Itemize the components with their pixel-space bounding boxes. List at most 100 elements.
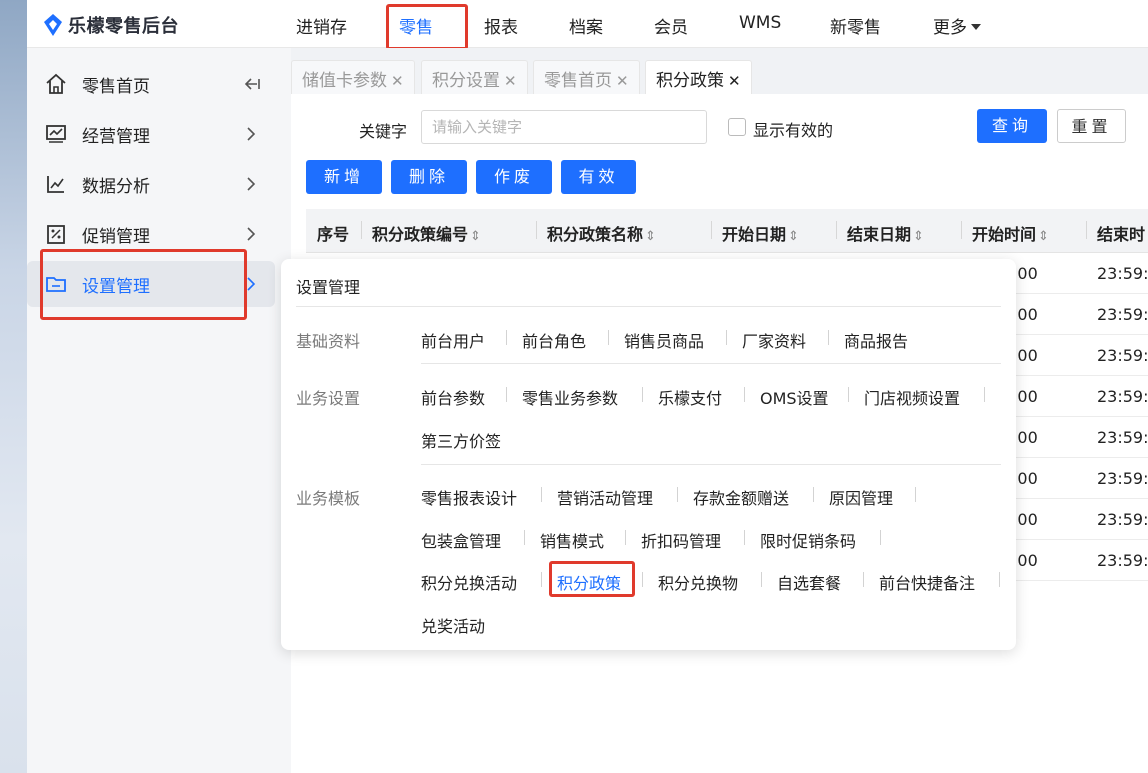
menu-item-points-exchange-goods[interactable]: 积分兑换物 xyxy=(658,570,738,594)
tab-points-policy[interactable]: 积分政策 ✕ xyxy=(645,60,752,94)
menu-item-points-exchange-activity[interactable]: 积分兑换活动 xyxy=(421,570,517,594)
nav-member[interactable]: 会员 xyxy=(654,13,688,38)
sidebar-item-retail-home[interactable]: 零售首页 xyxy=(27,61,275,107)
sidebar-item-data-analysis[interactable]: 数据分析 xyxy=(27,161,275,207)
menu-item-product-report[interactable]: 商品报告 xyxy=(844,328,908,352)
delete-button[interactable]: 删除 xyxy=(391,160,467,194)
chevron-right-icon xyxy=(247,127,256,141)
menu-item-marketing-activity[interactable]: 营销活动管理 xyxy=(557,485,653,509)
tab-retail-home[interactable]: 零售首页 ✕ xyxy=(533,60,640,94)
collapse-sidebar-icon[interactable] xyxy=(243,77,261,91)
col-policy-name[interactable]: 积分政策名称 ⇕ xyxy=(547,221,656,245)
divider xyxy=(999,572,1000,587)
menu-item-reason-management[interactable]: 原因管理 xyxy=(829,485,893,509)
menu-item-third-party-price-tag[interactable]: 第三方价签 xyxy=(421,428,501,452)
tab-stored-card-params[interactable]: 储值卡参数 ✕ xyxy=(291,60,415,94)
nav-wms[interactable]: WMS xyxy=(739,13,781,33)
app-title: 乐檬零售后台 xyxy=(68,16,179,37)
menu-item-front-roles[interactable]: 前台角色 xyxy=(522,328,586,352)
menu-item-retail-report-design[interactable]: 零售报表设计 xyxy=(421,485,517,509)
menu-item-store-video-settings[interactable]: 门店视频设置 xyxy=(864,385,960,409)
keyword-label: 关键字 xyxy=(359,122,408,141)
logo[interactable]: 乐檬零售后台 xyxy=(44,12,179,38)
nav-more[interactable]: 更多 xyxy=(933,13,981,38)
col-end-date[interactable]: 结束日期 ⇕ xyxy=(847,221,924,245)
tab-points-settings[interactable]: 积分设置 ✕ xyxy=(421,60,528,94)
divider xyxy=(863,572,864,587)
col-policy-code[interactable]: 积分政策编号 ⇕ xyxy=(372,221,481,245)
col-end-time[interactable]: 结束时 xyxy=(1097,221,1145,245)
nav-more-label: 更多 xyxy=(933,18,967,38)
menu-item-front-users[interactable]: 前台用户 xyxy=(421,328,485,352)
valid-button[interactable]: 有效 xyxy=(561,160,636,194)
col-end-date-label: 结束日期 xyxy=(847,225,912,244)
nav-jinxiaocun[interactable]: 进销存 xyxy=(296,13,347,38)
menu-item-custom-combo[interactable]: 自选套餐 xyxy=(777,570,841,594)
sort-icon: ⇕ xyxy=(470,229,481,244)
tab-label: 积分政策 xyxy=(656,71,724,91)
close-icon[interactable]: ✕ xyxy=(391,72,404,90)
show-valid-checkbox[interactable] xyxy=(728,118,746,136)
close-icon[interactable]: ✕ xyxy=(728,72,741,90)
divider xyxy=(608,330,609,345)
sidebar-item-label: 数据分析 xyxy=(82,176,150,197)
column-divider xyxy=(1086,221,1087,239)
column-divider xyxy=(361,221,362,239)
menu-item-sales-mode[interactable]: 销售模式 xyxy=(540,528,604,552)
end-time-cell: 23:59:5 xyxy=(1097,346,1148,365)
line-chart-icon xyxy=(47,176,64,193)
divider xyxy=(984,387,985,402)
menu-item-package-box[interactable]: 包装盒管理 xyxy=(421,528,501,552)
tab-label: 储值卡参数 xyxy=(302,71,387,91)
divider xyxy=(296,306,1001,307)
sidebar-item-settings[interactable]: 设置管理 xyxy=(27,261,275,307)
end-time-cell: 23:59:5 xyxy=(1097,264,1148,283)
col-index: 序号 xyxy=(317,225,350,244)
menu-item-salesperson-goods[interactable]: 销售员商品 xyxy=(624,328,704,352)
logo-icon xyxy=(44,14,62,36)
menu-item-front-quick-notes[interactable]: 前台快捷备注 xyxy=(879,570,975,594)
sort-icon: ⇕ xyxy=(788,229,799,244)
tab-label: 积分设置 xyxy=(432,71,500,91)
close-icon[interactable]: ✕ xyxy=(616,72,629,90)
column-divider xyxy=(836,221,837,239)
sidebar-item-operations[interactable]: 经营管理 xyxy=(27,111,275,157)
menu-item-lemeng-pay[interactable]: 乐檬支付 xyxy=(658,385,722,409)
reset-button[interactable]: 重置 xyxy=(1057,109,1126,143)
menu-item-discount-code[interactable]: 折扣码管理 xyxy=(641,528,721,552)
close-icon[interactable]: ✕ xyxy=(504,72,517,90)
divider xyxy=(625,530,626,545)
column-divider xyxy=(711,221,712,239)
add-button[interactable]: 新增 xyxy=(306,160,382,194)
menu-item-points-policy[interactable]: 积分政策 xyxy=(557,570,621,594)
menu-item-retail-business-params[interactable]: 零售业务参数 xyxy=(522,385,618,409)
keyword-input[interactable] xyxy=(421,110,707,144)
nav-archive[interactable]: 档案 xyxy=(569,13,603,38)
col-start-date[interactable]: 开始日期 ⇕ xyxy=(722,221,799,245)
divider xyxy=(813,487,814,502)
top-bar: 乐檬零售后台 进销存 零售 报表 档案 会员 WMS 新零售 更多 xyxy=(27,0,1148,51)
chevron-right-icon xyxy=(247,227,256,241)
menu-item-vendor-info[interactable]: 厂家资料 xyxy=(742,328,806,352)
home-icon xyxy=(46,73,66,94)
end-time-cell: 23:59:5 xyxy=(1097,510,1148,529)
menu-item-front-params[interactable]: 前台参数 xyxy=(421,385,485,409)
menu-item-prize-activity[interactable]: 兑奖活动 xyxy=(421,613,485,637)
divider xyxy=(828,330,829,345)
menu-item-oms-settings[interactable]: OMS设置 xyxy=(760,385,829,409)
sidebar-item-promotion[interactable]: 促销管理 xyxy=(27,211,275,257)
nav-new-retail[interactable]: 新零售 xyxy=(830,13,881,38)
void-button[interactable]: 作废 xyxy=(476,160,552,194)
menu-item-deposit-gift[interactable]: 存款金额赠送 xyxy=(693,485,789,509)
divider xyxy=(915,487,916,502)
nav-retail[interactable]: 零售 xyxy=(399,13,433,51)
end-time-cell: 23:59:5 xyxy=(1097,387,1148,406)
end-time-cell: 23:59:5 xyxy=(1097,469,1148,488)
chevron-right-icon xyxy=(247,277,256,291)
sidebar: 零售首页 经营管理 数据分析 促销管理 设置管理 xyxy=(27,48,291,773)
group-label-business-settings: 业务设置 xyxy=(296,389,361,408)
menu-item-flash-promo-barcode[interactable]: 限时促销条码 xyxy=(760,528,856,552)
query-button[interactable]: 查询 xyxy=(977,109,1047,143)
nav-reports[interactable]: 报表 xyxy=(484,13,518,38)
col-start-time[interactable]: 开始时间 ⇕ xyxy=(972,221,1049,245)
